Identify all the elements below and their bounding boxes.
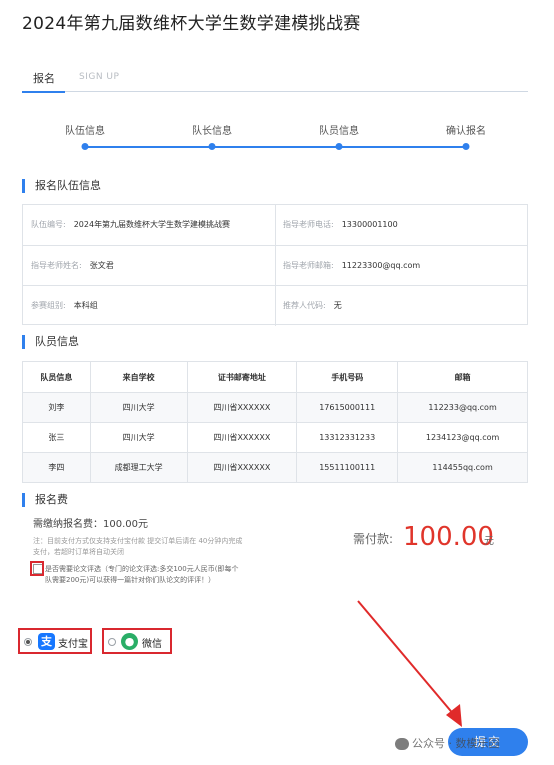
step-label-confirm: 确认报名 xyxy=(446,126,486,137)
members-table: 队员信息 来自学校 证书邮寄地址 手机号码 邮箱 刘李 四川大学 四川省XXXX… xyxy=(22,361,528,483)
table-cell: 1234123@qq.com xyxy=(397,422,528,453)
table-cell: 13312331233 xyxy=(296,422,399,453)
watermark-text: 公众号 · 数模乐园 xyxy=(412,737,500,750)
step-dot xyxy=(81,143,89,150)
info-cell: 指导老师电话: 13300001100 xyxy=(276,205,528,245)
table-row: 李四 成都理工大学 四川省XXXXXX 15511100111 114455qq… xyxy=(22,452,528,483)
info-cell: 推荐人代码: 无 xyxy=(276,286,528,326)
step-label-team: 队伍信息 xyxy=(65,126,105,137)
wechat-label: 微信 xyxy=(142,639,162,650)
step-label-captain: 队长信息 xyxy=(192,126,232,137)
pay-amount: 100.00 xyxy=(403,522,494,552)
info-cell: 队伍编号: 2024年第九届数维杯大学生数学建模挑战赛 xyxy=(23,205,276,245)
step-label-members: 队员信息 xyxy=(319,126,359,137)
table-cell: 成都理工大学 xyxy=(89,452,188,483)
table-cell: 四川省XXXXXX xyxy=(186,392,298,423)
fee-amount-text: 需缴纳报名费：100.00元 xyxy=(33,519,148,530)
table-cell: 112233@qq.com xyxy=(397,392,528,423)
table-cell: 四川省XXXXXX xyxy=(186,422,298,453)
column-header: 来自学校 xyxy=(89,361,188,393)
info-cell: 指导老师姓名: 张文君 xyxy=(23,246,276,286)
table-cell: 张三 xyxy=(22,422,91,453)
column-header: 邮箱 xyxy=(397,361,528,393)
info-value: 11223300@qq.com xyxy=(341,261,421,270)
info-key: 指导老师电话: xyxy=(283,220,334,229)
fee-heading: 报名费 xyxy=(22,493,68,507)
tab-signup-cn[interactable]: 报名 xyxy=(33,70,55,86)
step-dot xyxy=(208,143,216,150)
info-value: 无 xyxy=(333,301,342,310)
info-key: 参赛组别: xyxy=(31,301,66,310)
step-dot xyxy=(462,143,470,150)
info-cell: 参赛组别: 本科组 xyxy=(23,286,276,326)
wechat-option[interactable]: ● 微信 xyxy=(102,628,172,654)
table-header-row: 队员信息 来自学校 证书邮寄地址 手机号码 邮箱 xyxy=(22,361,528,393)
members-heading: 队员信息 xyxy=(22,335,79,349)
team-info-heading: 报名队伍信息 xyxy=(22,179,101,193)
column-header: 队员信息 xyxy=(22,361,91,393)
wechat-radio[interactable] xyxy=(108,638,116,646)
table-cell: 114455qq.com xyxy=(397,452,528,483)
info-value: 2024年第九届数维杯大学生数学建模挑战赛 xyxy=(73,220,231,229)
pay-unit: 元 xyxy=(484,536,494,547)
tab-signup-en[interactable]: SIGN UP xyxy=(79,72,119,82)
alipay-label: 支付宝 xyxy=(58,639,88,650)
wechat-icon: ● xyxy=(121,633,138,650)
step-dot xyxy=(335,143,343,150)
info-cell: 指导老师邮箱: 11223300@qq.com xyxy=(276,246,528,286)
info-value: 本科组 xyxy=(73,301,98,310)
table-cell: 四川大学 xyxy=(89,422,188,453)
table-cell: 李四 xyxy=(22,452,91,483)
table-cell: 刘李 xyxy=(22,392,91,423)
highlight-box xyxy=(30,561,44,576)
alipay-radio[interactable] xyxy=(24,638,32,646)
team-info-table: 队伍编号: 2024年第九届数维杯大学生数学建模挑战赛 指导老师电话: 133000… xyxy=(22,204,528,326)
table-row: 刘李 四川大学 四川省XXXXXX 17615000111 112233@qq.… xyxy=(22,392,528,423)
paper-review-label: 是否需要论文评选（专门的论文评选:多交100元人民币(即每个队需要200元)可以… xyxy=(45,565,239,584)
table-cell: 17615000111 xyxy=(296,392,399,423)
alipay-option[interactable]: 支 支付宝 xyxy=(18,628,92,654)
wechat-logo-icon xyxy=(395,738,409,750)
page-title: 2024年第九届数维杯大学生数学建模挑战赛 xyxy=(22,14,361,34)
info-value: 张文君 xyxy=(89,261,114,270)
column-header: 证书邮寄地址 xyxy=(186,361,298,393)
step-line xyxy=(85,146,466,148)
watermark: 公众号 · 数模乐园 xyxy=(395,735,500,751)
table-cell: 四川大学 xyxy=(89,392,188,423)
table-cell: 15511100111 xyxy=(296,452,399,483)
table-cell: 四川省XXXXXX xyxy=(186,452,298,483)
info-row: 队伍编号: 2024年第九届数维杯大学生数学建模挑战赛 指导老师电话: 133000… xyxy=(23,205,527,245)
table-row: 张三 四川大学 四川省XXXXXX 13312331233 1234123@qq… xyxy=(22,422,528,453)
info-key: 队伍编号: xyxy=(31,220,66,229)
info-key: 指导老师邮箱: xyxy=(283,261,334,270)
info-key: 指导老师姓名: xyxy=(31,261,82,270)
info-row: 指导老师姓名: 张文君 指导老师邮箱: 11223300@qq.com xyxy=(23,245,528,286)
tab-bar: 报名 SIGN UP xyxy=(22,66,528,93)
info-key: 推荐人代码: xyxy=(283,301,326,310)
pay-label: 需付款: xyxy=(353,532,394,546)
progress-steps: 队伍信息 队长信息 队员信息 确认报名 xyxy=(0,118,554,158)
alipay-icon: 支 xyxy=(38,633,55,650)
info-row: 参赛组别: 本科组 推荐人代码: 无 xyxy=(23,285,528,326)
column-header: 手机号码 xyxy=(296,361,399,393)
tab-active-indicator xyxy=(22,91,65,93)
info-value: 13300001100 xyxy=(341,220,398,229)
fee-note: 注：目前支付方式仅支持支付宝付款 提交订单后请在 40分钟内完成支付，若超时订单… xyxy=(33,537,243,556)
